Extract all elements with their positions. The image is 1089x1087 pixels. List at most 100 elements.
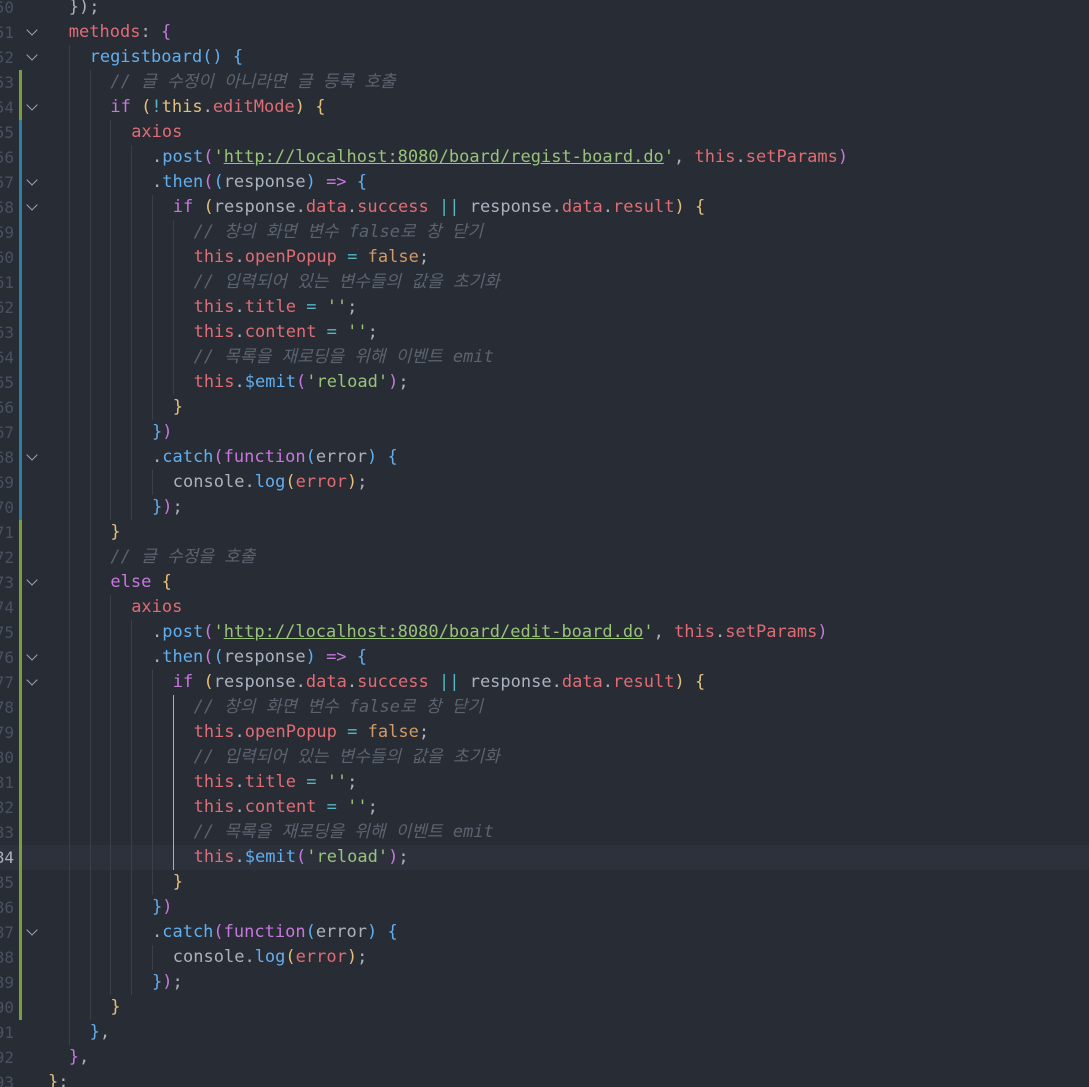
code-text[interactable]: // 입력되어 있는 변수들의 값을 초기화 [48,270,500,295]
code-text[interactable]: methods: { [48,20,171,45]
git-added-marker[interactable] [19,845,22,870]
git-added-marker[interactable] [19,795,22,820]
fold-chevron-icon[interactable] [24,45,42,70]
git-added-marker[interactable] [19,745,22,770]
git-added-marker[interactable] [19,695,22,720]
code-line[interactable]: 84 this.$emit('reload'); [0,845,1089,870]
git-modified-marker[interactable] [19,245,22,270]
code-line[interactable]: 63 this.content = ''; [0,320,1089,345]
git-modified-marker[interactable] [19,145,22,170]
code-text[interactable]: console.log(error); [48,470,367,495]
code-line[interactable]: 86}) [0,895,1089,920]
code-line[interactable]: 75.post('http://localhost:8080/board/edi… [0,620,1089,645]
git-added-marker[interactable] [19,570,22,595]
code-line[interactable]: 92}, [0,1045,1089,1070]
code-text[interactable]: this.content = ''; [48,320,378,345]
code-text[interactable]: // 목록을 재로딩을 위해 이벤트 emit [48,345,494,370]
git-modified-marker[interactable] [19,270,22,295]
fold-chevron-icon[interactable] [24,445,42,470]
fold-chevron-icon[interactable] [24,170,42,195]
git-added-marker[interactable] [19,995,22,1020]
code-line[interactable]: 87.catch(function(error) { [0,920,1089,945]
code-text[interactable]: } [48,520,121,545]
code-text[interactable]: // 목록을 재로딩을 위해 이벤트 emit [48,820,494,845]
code-text[interactable]: this.openPopup = false; [48,245,429,270]
code-lines[interactable]: 50});51methods: {52registboard() {53// 글… [0,0,1089,1087]
code-text[interactable]: .then((response) => { [48,645,367,670]
code-line[interactable]: 62 this.title = ''; [0,295,1089,320]
code-line[interactable]: 56.post('http://localhost:8080/board/reg… [0,145,1089,170]
code-text[interactable]: }, [48,1045,90,1070]
code-text[interactable]: else { [48,570,172,595]
code-text[interactable]: if (!this.editMode) { [48,95,325,120]
code-text[interactable]: .then((response) => { [48,170,367,195]
code-line[interactable]: 70}); [0,495,1089,520]
code-text[interactable]: .catch(function(error) { [48,920,398,945]
fold-chevron-icon[interactable] [24,95,42,120]
code-line[interactable]: 65 this.$emit('reload'); [0,370,1089,395]
code-text[interactable]: registboard() { [48,45,243,70]
code-text[interactable]: // 창의 화면 변수 false로 창 닫기 [48,695,483,720]
code-text[interactable]: }); [48,495,183,520]
code-line[interactable]: 61 // 입력되어 있는 변수들의 값을 초기화 [0,270,1089,295]
git-modified-marker[interactable] [19,345,22,370]
code-text[interactable]: }) [48,895,172,920]
code-text[interactable]: // 입력되어 있는 변수들의 값을 초기화 [48,745,500,770]
git-modified-marker[interactable] [19,295,22,320]
git-added-marker[interactable] [19,820,22,845]
git-added-marker[interactable] [19,520,22,545]
code-text[interactable]: this.content = ''; [48,795,378,820]
code-text[interactable]: .post('http://localhost:8080/board/edit-… [48,620,828,645]
code-line[interactable]: 50}); [0,0,1089,20]
code-line[interactable]: 71} [0,520,1089,545]
code-text[interactable]: }; [48,1070,69,1087]
fold-chevron-icon[interactable] [24,570,42,595]
code-line[interactable]: 66} [0,395,1089,420]
git-added-marker[interactable] [19,645,22,670]
code-text[interactable]: console.log(error); [48,945,367,970]
code-text[interactable]: // 글 수정이 아니라면 글 등록 호출 [48,70,396,95]
fold-chevron-icon[interactable] [24,195,42,220]
git-added-marker[interactable] [19,595,22,620]
fold-chevron-icon[interactable] [24,20,42,45]
git-modified-marker[interactable] [19,170,22,195]
code-line[interactable]: 60 this.openPopup = false; [0,245,1089,270]
code-line[interactable]: 59 // 창의 화면 변수 false로 창 닫기 [0,220,1089,245]
git-modified-marker[interactable] [19,445,22,470]
code-line[interactable]: 79 this.openPopup = false; [0,720,1089,745]
code-line[interactable]: 72 // 글 수정을 호출 [0,545,1089,570]
code-text[interactable]: this.$emit('reload'); [48,845,409,870]
fold-chevron-icon[interactable] [24,670,42,695]
code-line[interactable]: 80 // 입력되어 있는 변수들의 값을 초기화 [0,745,1089,770]
code-text[interactable]: }) [48,420,172,445]
code-line[interactable]: 77if (response.data.success || response.… [0,670,1089,695]
git-added-marker[interactable] [19,770,22,795]
code-text[interactable]: axios [48,595,182,620]
code-text[interactable]: } [48,395,183,420]
code-line[interactable]: 58if (response.data.success || response.… [0,195,1089,220]
git-modified-marker[interactable] [19,395,22,420]
code-text[interactable]: .post('http://localhost:8080/board/regis… [48,145,848,170]
code-line[interactable]: 53 // 글 수정이 아니라면 글 등록 호출 [0,70,1089,95]
code-text[interactable]: } [48,870,183,895]
git-added-marker[interactable] [19,945,22,970]
code-line[interactable]: 74 axios [0,595,1089,620]
code-line[interactable]: 69 console.log(error); [0,470,1089,495]
code-line[interactable]: 88 console.log(error); [0,945,1089,970]
code-text[interactable]: axios [48,120,182,145]
code-text[interactable]: this.$emit('reload'); [48,370,409,395]
fold-chevron-icon[interactable] [24,920,42,945]
code-text[interactable]: this.openPopup = false; [48,720,429,745]
code-line[interactable]: 52 registboard() { [0,45,1089,70]
git-modified-marker[interactable] [19,470,22,495]
code-text[interactable]: }); [48,0,100,20]
code-text[interactable]: this.title = ''; [48,295,357,320]
git-added-marker[interactable] [19,920,22,945]
code-line[interactable]: 85} [0,870,1089,895]
git-modified-marker[interactable] [19,370,22,395]
git-modified-marker[interactable] [19,195,22,220]
code-editor[interactable]: 50});51methods: {52registboard() {53// 글… [0,0,1089,1087]
code-text[interactable]: } [48,995,121,1020]
code-text[interactable]: }); [48,970,183,995]
code-line[interactable]: 54 if (!this.editMode) { [0,95,1089,120]
